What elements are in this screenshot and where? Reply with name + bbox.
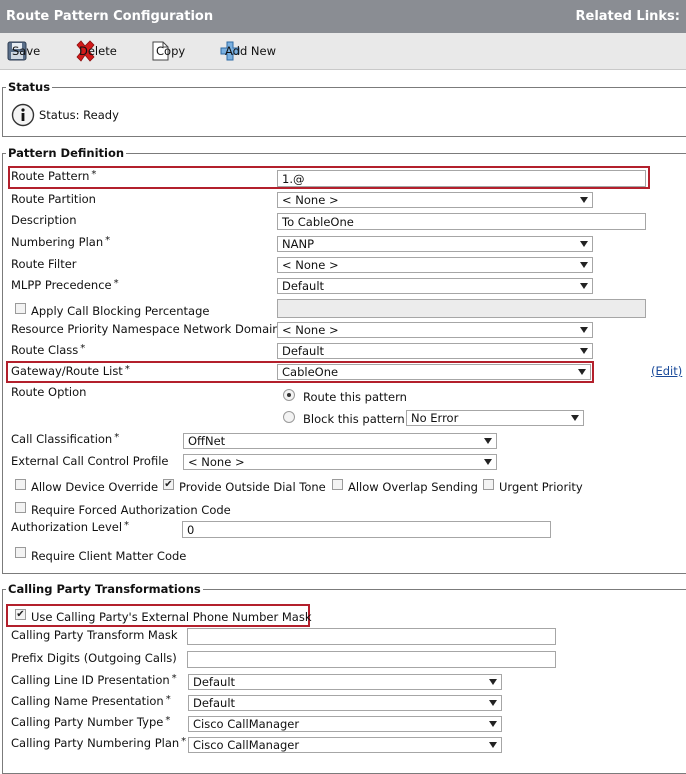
chevron-down-icon	[580, 241, 588, 247]
allow-overlap-sending-checkbox[interactable]	[332, 479, 343, 490]
provide-outside-dial-tone-label: Provide Outside Dial Tone	[179, 480, 326, 494]
number-type-label: Calling Party Number Type *	[11, 715, 171, 729]
save-button[interactable]: Save	[6, 33, 40, 69]
require-client-matter-checkbox[interactable]	[15, 547, 26, 558]
allow-overlap-sending-label: Allow Overlap Sending	[348, 480, 478, 494]
pattern-definition-legend: Pattern Definition	[8, 146, 125, 160]
apply-call-blocking-checkbox[interactable]	[15, 303, 26, 314]
route-filter-select[interactable]: < None >	[277, 257, 593, 273]
add-new-button[interactable]: Add New	[219, 33, 276, 69]
gateway-route-list-select[interactable]: CableOne	[277, 364, 591, 380]
transform-mask-label: Calling Party Transform Mask	[11, 628, 178, 642]
mlpp-precedence-label: MLPP Precedence *	[11, 278, 119, 292]
description-input[interactable]: To CableOne	[277, 213, 646, 230]
authorization-level-label: Authorization Level *	[11, 520, 130, 534]
route-option-label: Route Option	[11, 385, 87, 399]
toolbar: Save Delete Copy Add New	[0, 33, 686, 70]
call-classification-label: Call Classification *	[11, 432, 120, 446]
copy-button[interactable]: Copy	[150, 33, 185, 69]
resource-priority-label: Resource Priority Namespace Network Doma…	[11, 322, 280, 336]
route-class-select[interactable]: Default	[277, 343, 593, 359]
info-icon	[11, 103, 35, 127]
call-blocking-percentage-input[interactable]	[277, 299, 646, 318]
prefix-digits-label: Prefix Digits (Outgoing Calls)	[11, 651, 177, 665]
provide-outside-dial-tone-checkbox[interactable]: ✔	[163, 479, 174, 490]
resource-priority-select[interactable]: < None >	[277, 322, 593, 338]
numbering-plan-cp-label: Calling Party Numbering Plan *	[11, 736, 187, 750]
delete-label: Delete	[79, 44, 117, 58]
chevron-down-icon	[489, 721, 497, 727]
route-pattern-label: Route Pattern *	[11, 169, 97, 183]
use-external-mask-checkbox[interactable]: ✔	[15, 609, 26, 620]
numbering-plan-label: Numbering Plan *	[11, 235, 111, 249]
route-filter-label: Route Filter	[11, 257, 77, 271]
urgent-priority-checkbox[interactable]	[483, 479, 494, 490]
block-this-pattern-radio[interactable]	[283, 411, 295, 423]
gateway-route-list-label: Gateway/Route List *	[11, 364, 130, 378]
chevron-down-icon	[578, 369, 586, 375]
authorization-level-input[interactable]: 0	[182, 521, 551, 538]
apply-call-blocking-label: Apply Call Blocking Percentage	[31, 304, 210, 318]
chevron-down-icon	[489, 679, 497, 685]
chevron-down-icon	[484, 459, 492, 465]
route-pattern-input[interactable]: 1.@	[277, 170, 646, 187]
line-id-presentation-select[interactable]: Default	[188, 674, 502, 690]
block-reason-select[interactable]: No Error	[406, 410, 584, 426]
chevron-down-icon	[580, 197, 588, 203]
chevron-down-icon	[580, 348, 588, 354]
number-type-select[interactable]: Cisco CallManager	[188, 716, 502, 732]
block-this-pattern-label: Block this pattern	[303, 412, 405, 426]
add-new-label: Add New	[225, 44, 277, 58]
save-label: Save	[12, 44, 41, 58]
numbering-plan-select[interactable]: NANP	[277, 236, 593, 252]
require-forced-auth-label: Require Forced Authorization Code	[31, 503, 231, 517]
chevron-down-icon	[580, 283, 588, 289]
route-this-pattern-label: Route this pattern	[303, 390, 407, 404]
chevron-down-icon	[489, 742, 497, 748]
line-id-presentation-label: Calling Line ID Presentation *	[11, 673, 177, 687]
chevron-down-icon	[571, 415, 579, 421]
name-presentation-select[interactable]: Default	[188, 695, 502, 711]
route-class-label: Route Class *	[11, 343, 86, 357]
route-this-pattern-radio[interactable]	[283, 389, 295, 401]
call-classification-select[interactable]: OffNet	[183, 433, 497, 449]
chevron-down-icon	[489, 700, 497, 706]
use-external-mask-label: Use Calling Party's External Phone Numbe…	[31, 610, 312, 624]
chevron-down-icon	[580, 262, 588, 268]
external-call-control-select[interactable]: < None >	[183, 454, 497, 470]
allow-device-override-label: Allow Device Override	[31, 480, 159, 494]
page-title: Route Pattern Configuration	[6, 9, 214, 24]
require-forced-auth-checkbox[interactable]	[15, 502, 26, 513]
transform-mask-input[interactable]	[187, 628, 556, 645]
prefix-digits-input[interactable]	[187, 651, 556, 668]
title-bar: Route Pattern Configuration Related Link…	[0, 0, 686, 33]
related-links[interactable]: Related Links:	[576, 9, 681, 24]
allow-device-override-checkbox[interactable]	[15, 479, 26, 490]
status-text: Status: Ready	[39, 108, 119, 122]
copy-label: Copy	[156, 44, 186, 58]
calling-party-legend: Calling Party Transformations	[8, 582, 201, 596]
external-call-control-label: External Call Control Profile	[11, 454, 169, 468]
chevron-down-icon	[580, 327, 588, 333]
delete-button[interactable]: Delete	[73, 33, 117, 69]
status-legend: Status	[8, 80, 51, 94]
urgent-priority-label: Urgent Priority	[499, 480, 583, 494]
name-presentation-label: Calling Name Presentation *	[11, 694, 171, 708]
description-label: Description	[11, 213, 77, 227]
mlpp-precedence-select[interactable]: Default	[277, 278, 593, 294]
chevron-down-icon	[484, 438, 492, 444]
require-client-matter-label: Require Client Matter Code	[31, 549, 187, 563]
route-partition-select[interactable]: < None >	[277, 192, 593, 208]
edit-gateway-link[interactable]: (Edit)	[651, 364, 682, 378]
route-partition-label: Route Partition	[11, 192, 96, 206]
numbering-plan-cp-select[interactable]: Cisco CallManager	[188, 737, 502, 753]
